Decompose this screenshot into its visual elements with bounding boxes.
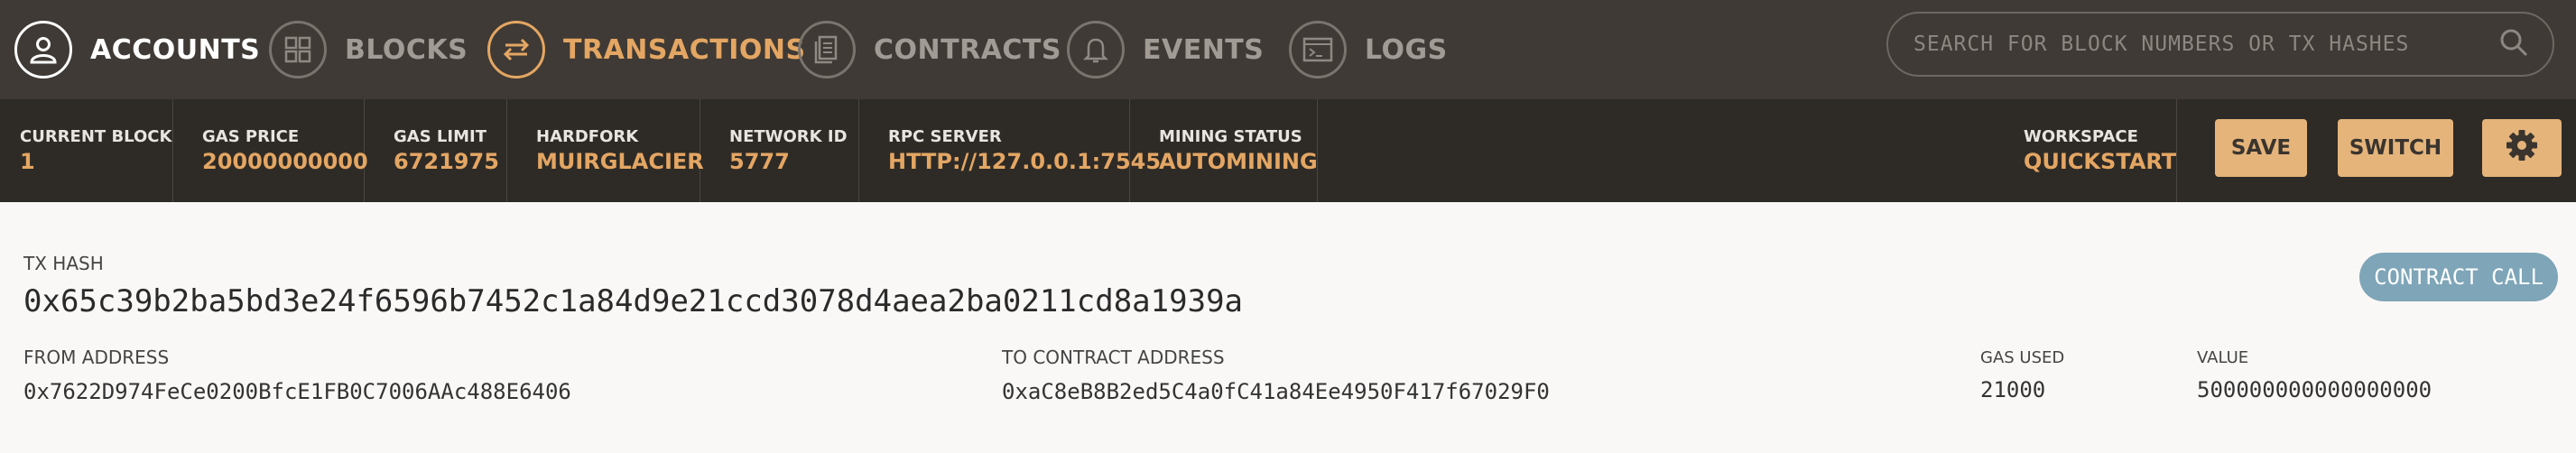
gear-icon: [2504, 127, 2540, 169]
document-icon: [798, 21, 856, 79]
gas-price-label: GAS PRICE: [202, 127, 300, 146]
terminal-icon: [1289, 21, 1347, 79]
nav-blocks-label: BLOCKS: [345, 33, 468, 66]
grid-icon: [269, 21, 327, 79]
gas-used-label: GAS USED: [1980, 348, 2065, 367]
exchange-arrows-icon: [487, 21, 545, 79]
workspace-label: WORKSPACE: [2024, 127, 2138, 146]
transaction-detail: TX HASH 0x65c39b2ba5bd3e24f6596b7452c1a8…: [0, 202, 2576, 453]
stat-hardfork: HARDFORK MUIRGLACIER: [516, 99, 704, 202]
gas-limit-value: 6721975: [394, 149, 499, 174]
to-contract-address-value: 0xaC8eB8B2ed5C4a0fC41a84Ee4950F417f67029…: [1002, 379, 1550, 404]
status-bar: CURRENT BLOCK 1 GAS PRICE 20000000000 GA…: [0, 99, 2576, 202]
nav-blocks[interactable]: BLOCKS: [269, 0, 468, 99]
stat-rpc-server: RPC SERVER HTTP://127.0.0.1:7545: [868, 99, 1162, 202]
value-label: VALUE: [2197, 348, 2249, 367]
workspace-value: QUICKSTART: [2024, 149, 2177, 174]
bell-icon: [1067, 21, 1125, 79]
contract-call-badge: CONTRACT CALL: [2359, 253, 2558, 301]
gas-price-value: 20000000000: [202, 149, 368, 174]
stat-gas-price: GAS PRICE 20000000000: [182, 99, 368, 202]
nav-contracts[interactable]: CONTRACTS: [798, 0, 1061, 99]
nav-logs-label: LOGS: [1365, 33, 1448, 66]
save-button[interactable]: SAVE: [2215, 119, 2307, 177]
nav-events[interactable]: EVENTS: [1067, 0, 1264, 99]
stat-gas-limit: GAS LIMIT 6721975: [374, 99, 507, 202]
stat-network-id: NETWORK ID 5777: [709, 99, 859, 202]
tx-hash-label: TX HASH: [23, 253, 104, 274]
current-block-label: CURRENT BLOCK: [20, 127, 172, 146]
current-block-value: 1: [20, 149, 35, 174]
mining-status-value: AUTOMINING: [1159, 149, 1318, 174]
nav-events-label: EVENTS: [1143, 33, 1265, 66]
tx-hash-value: 0x65c39b2ba5bd3e24f6596b7452c1a84d9e21cc…: [23, 283, 1244, 319]
search-icon[interactable]: [2498, 27, 2529, 62]
rpc-server-label: RPC SERVER: [888, 127, 1002, 146]
person-icon: [14, 21, 72, 79]
network-id-label: NETWORK ID: [729, 127, 848, 146]
nav-logs[interactable]: LOGS: [1289, 0, 1448, 99]
value-value: 500000000000000000: [2197, 377, 2432, 402]
nav-transactions[interactable]: TRANSACTIONS: [487, 0, 806, 99]
nav-contracts-label: CONTRACTS: [874, 33, 1061, 66]
gas-limit-label: GAS LIMIT: [394, 127, 486, 146]
settings-button[interactable]: [2482, 119, 2562, 177]
to-contract-address-label: TO CONTRACT ADDRESS: [1002, 347, 1225, 368]
top-navigation: ACCOUNTS BLOCKS TRANSACTIONS CONTRACTS E…: [0, 0, 2576, 99]
nav-accounts-label: ACCOUNTS: [90, 33, 261, 66]
from-address-value: 0x7622D974FeCe0200BfcE1FB0C7006AAc488E64…: [23, 379, 571, 404]
from-address-label: FROM ADDRESS: [23, 347, 170, 368]
gas-used-value: 21000: [1980, 377, 2046, 402]
mining-status-label: MINING STATUS: [1159, 127, 1302, 146]
nav-accounts[interactable]: ACCOUNTS: [14, 0, 260, 99]
rpc-server-value: HTTP://127.0.0.1:7545: [888, 149, 1162, 174]
hardfork-label: HARDFORK: [536, 127, 639, 146]
network-id-value: 5777: [729, 149, 790, 174]
stat-mining-status: MINING STATUS AUTOMINING: [1139, 99, 1318, 202]
search-input[interactable]: [1912, 32, 2498, 57]
nav-transactions-label: TRANSACTIONS: [563, 33, 806, 66]
stat-workspace: WORKSPACE QUICKSTART: [2004, 99, 2177, 202]
hardfork-value: MUIRGLACIER: [536, 149, 704, 174]
search-bar: [1886, 12, 2554, 77]
stat-current-block: CURRENT BLOCK 1: [0, 99, 173, 202]
switch-button[interactable]: SWITCH: [2338, 119, 2453, 177]
